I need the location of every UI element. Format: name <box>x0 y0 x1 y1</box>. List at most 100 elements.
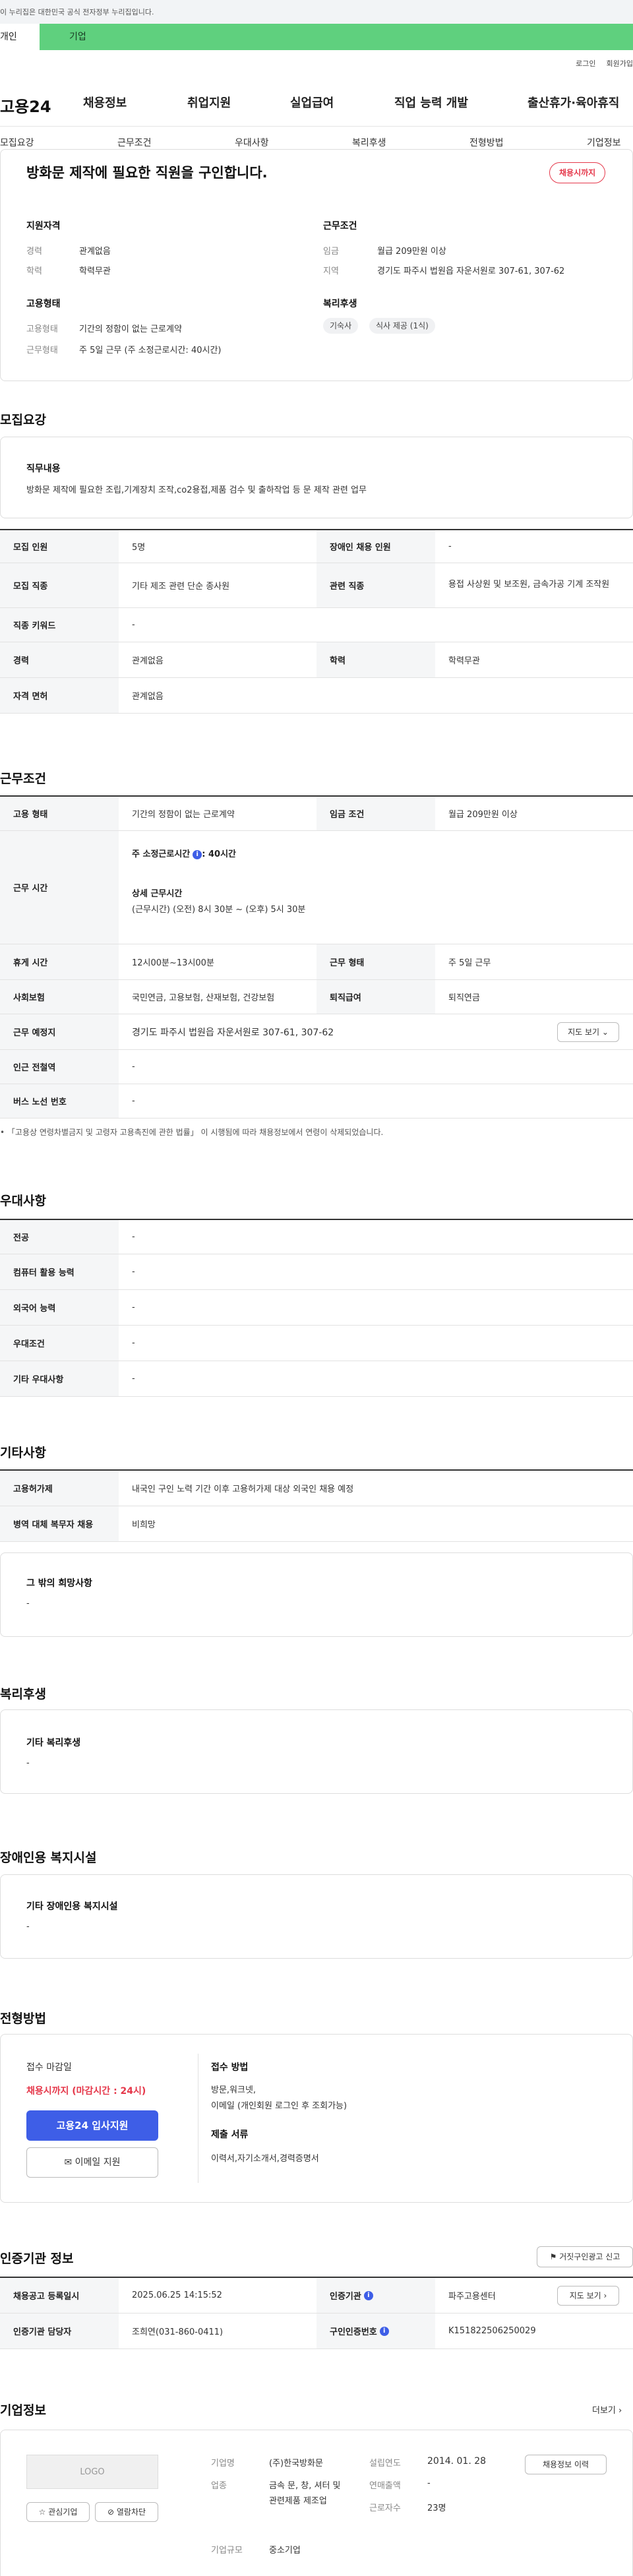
welfare-section-heading: 복리후생 <box>0 1687 46 1702</box>
tab-screening[interactable]: 전형방법 <box>469 136 504 149</box>
work-type-value: 주 5일 근무 (주 소정근로시간: 40시간) <box>79 346 222 355</box>
tab-company[interactable]: 기업정보 <box>587 136 621 149</box>
util-links: 로그인 회원가입 <box>565 58 633 69</box>
hiring-history-button[interactable]: 채용정보 이력 <box>525 2455 607 2474</box>
wage-value: 월급 209만원 이상 <box>377 247 446 257</box>
email-apply-label: 이메일 지원 <box>75 2157 121 2168</box>
employment-type-label: 고용형태 <box>26 324 58 334</box>
employment-type-value: 기간의 정함이 없는 근로계약 <box>79 324 182 334</box>
table-cell: - <box>132 620 135 630</box>
gov-banner-text: 이 누리집은 대한민국 공식 전자정부 누리집입니다. <box>0 8 154 16</box>
weekly-hours-value: : 40시간 <box>202 849 236 859</box>
table-cell: - <box>132 1338 135 1348</box>
table-header: 근무 예정지 <box>0 1014 119 1049</box>
info-icon[interactable]: i <box>193 849 202 859</box>
nav-item-training[interactable]: 직업 능력 개발 <box>394 94 468 111</box>
table-cell: 내국인 구인 노력 기간 이후 고용허가제 대상 외국인 채용 예정 <box>132 1485 354 1494</box>
report-button[interactable]: ⚑ 거짓구인광고 신고 <box>537 2246 633 2267</box>
apply-button[interactable]: 고용24 입사지원 <box>26 2110 158 2141</box>
table-header: 임금 조건 <box>316 797 435 830</box>
login-link[interactable]: 로그인 <box>576 59 595 68</box>
welfare-box-heading: 기타 복리후생 <box>26 1738 81 1748</box>
table-cell: - <box>132 1096 135 1106</box>
nav-item-jobs[interactable]: 채용정보 <box>83 94 127 111</box>
disabled-box-value: - <box>26 1922 30 1932</box>
site-logo[interactable]: 고용24 <box>0 94 51 117</box>
table-cell: 학력무관 <box>448 656 480 666</box>
table-header: 근무 형태 <box>316 944 435 979</box>
table-header: 근무 시간 <box>0 831 119 944</box>
tab-corporate[interactable]: 기업 <box>40 24 633 50</box>
table-cell: 2025.06.25 14:15:52 <box>132 2290 222 2300</box>
tab-work-conditions[interactable]: 근무조건 <box>117 136 152 149</box>
welfare-card <box>0 1709 633 1794</box>
join-link[interactable]: 회원가입 <box>607 59 633 68</box>
nav-item-unemployment-benefit[interactable]: 실업급여 <box>290 94 334 111</box>
table-row: 인근 전철역 - <box>0 1050 633 1084</box>
other-wishes-card <box>0 1552 633 1637</box>
table-header: 퇴직급여 <box>316 980 435 1014</box>
career-label: 경력 <box>26 247 42 257</box>
map-button[interactable]: 지도 보기 ⌄ <box>557 1022 619 1042</box>
table-row: 모집 직종 기타 제조 관련 단순 종사원 관련 직종 용접 사상원 및 보조원… <box>0 563 633 608</box>
table-header: 장애인 채용 인원 <box>316 530 435 563</box>
deadline-value: 채용시까지 (마감시간 : 24시) <box>26 2086 146 2097</box>
table-cell: 관계없음 <box>132 656 164 666</box>
table-cell: 5명 <box>132 543 146 553</box>
sales-label: 연매출액 <box>369 2481 401 2491</box>
founded-label: 설립연도 <box>369 2459 401 2469</box>
education-value: 학력무관 <box>79 266 111 276</box>
map-button-label: 지도 보기 <box>568 1027 600 1037</box>
table-row: 병역 대체 복무자 채용 비희망 <box>0 1506 633 1542</box>
more-link[interactable]: 더보기 › <box>592 2403 622 2416</box>
table-row: 직종 키워드 - <box>0 608 633 642</box>
tab-welfare[interactable]: 복리후생 <box>352 136 386 149</box>
founded-value: 2014. 01. 28 <box>427 2456 487 2467</box>
nav-item-parental-leave[interactable]: 출산휴가·육아휴직 <box>528 94 619 111</box>
table-cell: 조희연(031-860-0411) <box>132 2327 224 2337</box>
employees-label: 근로자수 <box>369 2503 401 2513</box>
conditions-heading: 근무조건 <box>323 221 357 231</box>
table-cell: 기간의 정함이 없는 근로계약 <box>132 810 235 820</box>
status-badge: 채용시까지 <box>549 162 606 183</box>
info-icon[interactable]: i <box>379 2326 389 2336</box>
flag-icon: ⚑ <box>549 2252 557 2261</box>
interest-company-button[interactable]: ☆ 관심기업 <box>26 2502 90 2522</box>
tab-recruit[interactable]: 모집요강 <box>0 136 34 149</box>
agency-map-label: 지도 보기 <box>569 2291 601 2300</box>
welfare-chip: 기숙사 <box>323 318 359 334</box>
employment-type-heading: 고용형태 <box>26 299 61 309</box>
cert-number-label: 구인인증번호 <box>330 2327 377 2337</box>
company-size-label: 기업규모 <box>211 2546 243 2556</box>
area-label: 지역 <box>323 266 339 276</box>
table-row: 근무 시간 주 소정근로시간 i: 40시간 상세 근무시간 (근무시간) (오전… <box>0 831 633 944</box>
recruit-heading: 모집요강 <box>0 413 46 427</box>
table-row: 버스 노선 번호 - <box>0 1084 633 1119</box>
nav-item-employment-support[interactable]: 취업지원 <box>187 94 231 111</box>
tab-personal[interactable]: 개인 <box>0 24 40 50</box>
chevron-right-icon: › <box>618 2406 622 2416</box>
table-row: 기타 우대사항 - <box>0 1361 633 1397</box>
chevron-right-icon: › <box>603 2291 607 2300</box>
table-row: 채용공고 등록일시 2025.06.25 14:15:52 인증기관 i 파주고용… <box>0 2278 633 2314</box>
table-cell: 퇴직연금 <box>448 993 480 1003</box>
info-icon[interactable]: i <box>363 2290 373 2300</box>
chevron-down-icon: ⌄ <box>601 1027 609 1037</box>
table-header: 컴퓨터 활용 능력 <box>0 1254 119 1289</box>
method-heading: 접수 방법 <box>211 2062 249 2073</box>
agency-map-button[interactable]: 지도 보기 › <box>557 2286 619 2306</box>
disabled-facility-card <box>0 1874 633 1959</box>
email-apply-button[interactable]: ✉ 이메일 지원 <box>26 2147 158 2178</box>
industry-value: 금속 문, 창, 셔터 및 관련제품 제조업 <box>269 2481 341 2507</box>
table-cell: - <box>132 1303 135 1312</box>
job-title: 방화문 제작에 필요한 직원을 구인합니다. <box>26 165 268 181</box>
bullet: • <box>0 1128 7 1137</box>
tab-preferences[interactable]: 우대사항 <box>235 136 269 149</box>
company-name-label: 기업명 <box>211 2459 235 2469</box>
table-header: 고용허가제 <box>0 1471 119 1506</box>
duty-card <box>0 437 633 518</box>
other-wishes-value: - <box>26 1599 30 1609</box>
block-button[interactable]: ⊘ 열람차단 <box>95 2502 158 2522</box>
table-header: 모집 직종 <box>0 563 119 607</box>
education-label: 학력 <box>26 266 42 276</box>
